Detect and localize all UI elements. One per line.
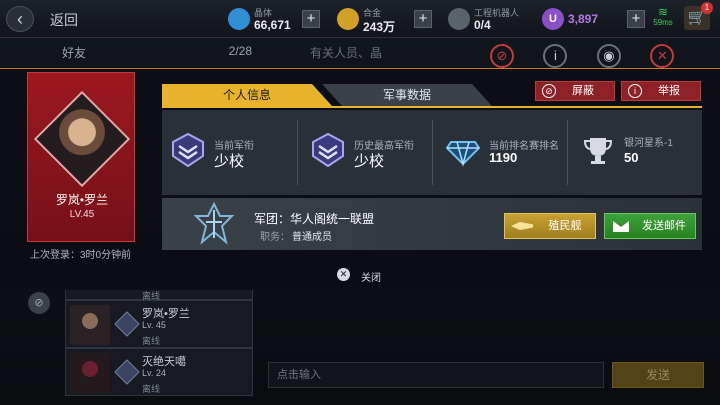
block-label: 屏蔽 — [572, 85, 594, 97]
u-coin-value: 3,897 — [568, 12, 599, 26]
last-login-text: 上次登录：3时0分钟前 — [30, 250, 132, 261]
player-level: LV.45 — [69, 209, 95, 220]
stat-value: 少校 — [354, 153, 385, 170]
friends-count: 2/28 — [228, 44, 252, 58]
envelope-icon — [613, 221, 629, 232]
player-card: 罗岚•罗兰 LV.45 — [27, 72, 135, 242]
u-coin-resource: U 3,897 — [542, 4, 622, 34]
colony-ship-button[interactable]: 殖民舰 — [504, 213, 596, 239]
view-profile-icon[interactable]: ◉ — [596, 44, 621, 68]
stat-galaxy: 银河星系-1 50 — [572, 110, 702, 195]
trophy-icon — [583, 138, 613, 164]
friends-header: 好友 2/28 — [62, 44, 252, 61]
tab-military-data[interactable]: 军事数据 — [322, 84, 492, 106]
friend-status: 离线 — [142, 336, 161, 346]
rank-badge-icon — [172, 132, 204, 168]
rank-badge-icon — [114, 359, 140, 385]
legion-name: 军团：华人阁统一联盟 — [254, 212, 375, 226]
stat-value: 少校 — [214, 153, 245, 170]
shop-button[interactable]: 🛒 1 — [684, 2, 713, 30]
ping-value: 59ms — [653, 18, 673, 27]
divider — [297, 120, 298, 185]
report-button[interactable]: i 举报 — [621, 81, 701, 101]
robot-value: 0/4 — [474, 18, 491, 32]
back-label[interactable]: 返回 — [50, 10, 78, 30]
player-name: 罗岚•罗兰 — [55, 193, 109, 207]
stat-value: 50 — [624, 150, 639, 165]
legion-emblem-icon — [193, 202, 235, 245]
block-button[interactable]: ⊘ 屏蔽 — [535, 81, 615, 101]
divider — [432, 120, 433, 185]
report-label: 举报 — [658, 85, 680, 97]
game-screen: ‹ 返回 晶体 66,671 + 合金 243万 + 工程机器人 0/4 U 3… — [0, 0, 720, 405]
stat-value: 1190 — [489, 150, 518, 165]
friend-status: 离线 — [142, 384, 161, 394]
list-item[interactable]: 灭绝天噶 Lv. 24 离线 — [65, 348, 253, 396]
u-coin-icon: U — [542, 8, 564, 30]
stat-current-rank: 当前军衔 少校 — [162, 110, 297, 195]
info-icon[interactable]: i — [543, 44, 568, 68]
friends-title: 好友 — [62, 46, 87, 60]
rank-badge-icon — [312, 132, 344, 168]
spaceship-icon — [511, 222, 533, 230]
stat-highest-rank: 历史最高军衔 少校 — [302, 110, 432, 195]
add-u-coin-button[interactable]: + — [627, 10, 645, 28]
avatar — [70, 305, 110, 345]
friend-name: 灭绝天噶 — [142, 356, 186, 368]
delete-user-icon[interactable]: ✕ — [650, 44, 675, 68]
crystal-icon — [228, 8, 250, 30]
stats-panel: 当前军衔 少校 历史最高军衔 少校 当前排名赛排名 1190 银河星系-1 50 — [162, 110, 702, 195]
network-status: ≋ 59ms — [650, 6, 676, 27]
stat-label: 银河星系-1 — [624, 138, 673, 149]
block-list-icon[interactable]: ⊘ — [28, 292, 50, 314]
legion-role: 普通成员 — [292, 232, 332, 243]
close-icon: ✕ — [337, 268, 350, 281]
list-item[interactable]: 离线 — [65, 290, 253, 301]
legion-panel: 军团：华人阁统一联盟 职务： 普通成员 殖民舰 发送邮件 — [162, 198, 702, 250]
send-mail-label: 发送邮件 — [642, 220, 686, 232]
send-button[interactable]: 发送 — [612, 362, 704, 388]
send-mail-button[interactable]: 发送邮件 — [604, 213, 696, 239]
alloy-icon — [337, 8, 359, 30]
colony-ship-label: 殖民舰 — [548, 220, 582, 232]
resource-bar: ‹ 返回 晶体 66,671 + 合金 243万 + 工程机器人 0/4 U 3… — [0, 0, 720, 38]
back-button[interactable]: ‹ — [6, 6, 34, 32]
wifi-icon: ≋ — [657, 5, 669, 19]
avatar — [70, 353, 110, 393]
related-people-title: 有关人员、晶 — [310, 46, 383, 60]
legion-role-label: 职务： — [260, 232, 290, 243]
friend-level: Lv. 45 — [142, 320, 166, 330]
close-label: 关闭 — [361, 273, 381, 284]
rank-badge-icon — [114, 311, 140, 337]
alloy-resource: 合金 243万 — [337, 4, 417, 34]
chevron-left-icon: ‹ — [17, 9, 23, 29]
friend-name: 罗岚•罗兰 — [142, 308, 190, 320]
divider — [567, 120, 568, 185]
add-alloy-button[interactable]: + — [414, 10, 432, 28]
remove-friend-icon[interactable]: ⊘ — [490, 44, 514, 68]
add-crystal-button[interactable]: + — [302, 10, 320, 28]
friend-level: Lv. 24 — [142, 368, 166, 378]
chat-input[interactable]: 点击输入 — [268, 362, 604, 388]
tab-underline — [162, 106, 702, 108]
robot-resource: 工程机器人 0/4 — [448, 4, 528, 34]
diamond-trophy-icon — [445, 141, 481, 167]
alloy-value: 243万 — [363, 20, 396, 34]
stat-ranked-position: 当前排名赛排名 1190 — [437, 110, 567, 195]
crystal-value: 66,671 — [254, 18, 291, 32]
tab-personal-info[interactable]: 个人信息 — [162, 84, 332, 106]
list-item[interactable]: 罗岚•罗兰 Lv. 45 离线 — [65, 300, 253, 348]
cart-badge: 1 — [701, 2, 713, 14]
bg-action-icons: ⊘ i ◉ ✕ — [490, 44, 699, 68]
player-avatar — [33, 90, 131, 188]
robot-icon — [448, 8, 470, 30]
profile-tabs: 个人信息 军事数据 — [162, 84, 492, 106]
